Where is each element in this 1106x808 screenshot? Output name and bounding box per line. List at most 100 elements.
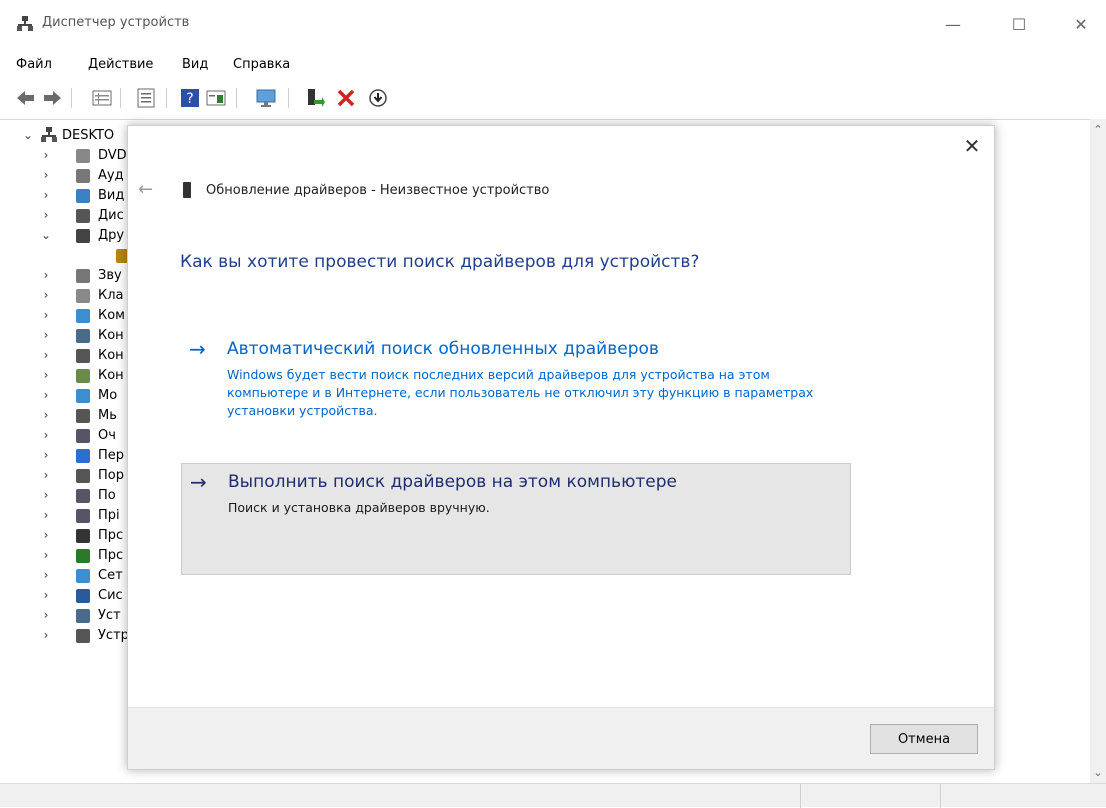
toolbar-separator bbox=[236, 88, 237, 108]
toolbar-separator bbox=[288, 88, 289, 108]
device-category-icon bbox=[76, 469, 90, 483]
chevron-right-icon[interactable]: › bbox=[40, 208, 52, 222]
forward-icon[interactable] bbox=[40, 86, 64, 110]
maximize-button[interactable]: ☐ bbox=[996, 8, 1042, 42]
window-title: Диспетчер устройств bbox=[42, 15, 190, 30]
tree-item-label: Прі bbox=[98, 508, 120, 523]
device-category-icon bbox=[76, 229, 90, 243]
arrow-right-icon: → bbox=[190, 470, 207, 494]
tree-item-label: Кон bbox=[98, 348, 124, 363]
tree-item-label: Пор bbox=[98, 468, 124, 483]
menu-action[interactable]: Действие bbox=[88, 57, 153, 72]
tree-item-label: Кон bbox=[98, 368, 124, 383]
tree-item-label: DVD bbox=[98, 148, 127, 163]
properties-grid-icon[interactable] bbox=[90, 86, 114, 110]
chevron-right-icon[interactable]: › bbox=[40, 588, 52, 602]
chevron-right-icon[interactable]: › bbox=[40, 468, 52, 482]
update-driver-icon[interactable] bbox=[366, 86, 390, 110]
tree-item-label: Ауд bbox=[98, 168, 124, 183]
device-category-icon bbox=[76, 569, 90, 583]
chevron-right-icon[interactable]: › bbox=[40, 608, 52, 622]
list-icon[interactable] bbox=[134, 86, 158, 110]
tree-item-label: Прс bbox=[98, 528, 124, 543]
menu-help[interactable]: Справка bbox=[233, 57, 290, 72]
device-category-icon bbox=[76, 509, 90, 523]
device-category-icon bbox=[76, 349, 90, 363]
cancel-button[interactable]: Отмена bbox=[870, 724, 978, 754]
status-bar bbox=[0, 783, 1106, 808]
device-category-icon bbox=[76, 489, 90, 503]
chevron-right-icon[interactable]: › bbox=[40, 188, 52, 202]
tree-item-label: Уст bbox=[98, 608, 121, 623]
chevron-right-icon[interactable]: › bbox=[40, 628, 52, 642]
scroll-down-icon[interactable]: ⌄ bbox=[1090, 766, 1106, 779]
status-segment bbox=[800, 784, 940, 808]
chevron-down-icon[interactable]: ⌄ bbox=[40, 228, 52, 242]
chevron-right-icon[interactable]: › bbox=[40, 388, 52, 402]
device-category-icon bbox=[76, 309, 90, 323]
arrow-right-icon: → bbox=[189, 337, 206, 361]
device-category-icon bbox=[76, 549, 90, 563]
chevron-right-icon[interactable]: › bbox=[40, 448, 52, 462]
device-category-icon bbox=[76, 609, 90, 623]
minimize-button[interactable]: — bbox=[930, 8, 976, 42]
chevron-right-icon[interactable]: › bbox=[40, 288, 52, 302]
chevron-right-icon[interactable]: › bbox=[40, 168, 52, 182]
chevron-right-icon[interactable]: › bbox=[40, 328, 52, 342]
dialog-close-button[interactable]: ✕ bbox=[960, 134, 984, 158]
chevron-right-icon[interactable]: › bbox=[40, 268, 52, 282]
manual-search-description: Поиск и установка драйверов вручную. bbox=[228, 500, 490, 515]
chevron-right-icon[interactable]: › bbox=[40, 408, 52, 422]
monitor-icon[interactable] bbox=[254, 86, 278, 110]
vertical-scrollbar[interactable]: ⌃ ⌄ bbox=[1090, 119, 1106, 783]
auto-search-description: Windows будет вести поиск последних верс… bbox=[227, 367, 814, 418]
tree-item-label: Пер bbox=[98, 448, 125, 463]
tree-item-label: Прс bbox=[98, 548, 124, 563]
auto-search-title: Автоматический поиск обновленных драйвер… bbox=[227, 339, 659, 359]
menu-view[interactable]: Вид bbox=[182, 57, 208, 72]
auto-search-option[interactable]: → Автоматический поиск обновленных драйв… bbox=[181, 331, 851, 431]
help-icon[interactable]: ? bbox=[178, 86, 202, 110]
toolbar-separator bbox=[120, 88, 121, 108]
tree-item-label: Сис bbox=[98, 588, 123, 603]
device-category-icon bbox=[76, 209, 90, 223]
computer-root-icon bbox=[41, 127, 57, 142]
update-driver-dialog: ✕ ← Обновление драйверов - Неизвестное у… bbox=[127, 125, 995, 770]
chevron-right-icon[interactable]: › bbox=[40, 548, 52, 562]
device-category-icon bbox=[76, 189, 90, 203]
chevron-right-icon[interactable]: › bbox=[40, 148, 52, 162]
chevron-right-icon[interactable]: › bbox=[40, 528, 52, 542]
device-icon bbox=[183, 182, 191, 198]
status-segment bbox=[940, 784, 1106, 808]
tree-item-label: Вид bbox=[98, 188, 125, 203]
tree-item-label: Дру bbox=[98, 228, 125, 243]
title-bar: Диспетчер устройств — ☐ ✕ bbox=[0, 0, 1106, 50]
back-arrow-icon[interactable]: ← bbox=[138, 179, 153, 200]
scan-hardware-icon[interactable] bbox=[302, 86, 326, 110]
chevron-right-icon[interactable]: › bbox=[40, 308, 52, 322]
view-icon[interactable] bbox=[204, 86, 228, 110]
toolbar-separator bbox=[71, 88, 72, 108]
menu-file[interactable]: Файл bbox=[16, 57, 52, 72]
tree-item-label: Оч bbox=[98, 428, 116, 443]
manual-search-option[interactable]: → Выполнить поиск драйверов на этом комп… bbox=[181, 463, 851, 575]
chevron-right-icon[interactable]: › bbox=[40, 428, 52, 442]
chevron-right-icon[interactable]: › bbox=[40, 508, 52, 522]
chevron-right-icon[interactable]: › bbox=[40, 368, 52, 382]
back-icon[interactable] bbox=[14, 86, 38, 110]
close-window-button[interactable]: ✕ bbox=[1058, 8, 1104, 42]
device-category-icon bbox=[76, 329, 90, 343]
chevron-right-icon[interactable]: › bbox=[40, 568, 52, 582]
toolbar-separator bbox=[166, 88, 167, 108]
toolbar: ? bbox=[0, 82, 1106, 116]
chevron-right-icon[interactable]: › bbox=[40, 348, 52, 362]
svg-text:?: ? bbox=[186, 91, 193, 107]
scroll-up-icon[interactable]: ⌃ bbox=[1090, 123, 1106, 136]
dialog-question: Как вы хотите провести поиск драйверов д… bbox=[180, 252, 700, 272]
chevron-down-icon[interactable]: ⌄ bbox=[22, 128, 34, 142]
uninstall-icon[interactable] bbox=[334, 86, 358, 110]
device-category-icon bbox=[76, 149, 90, 163]
chevron-right-icon[interactable]: › bbox=[40, 488, 52, 502]
tree-item-label: Сет bbox=[98, 568, 123, 583]
manual-search-title: Выполнить поиск драйверов на этом компью… bbox=[228, 472, 677, 492]
